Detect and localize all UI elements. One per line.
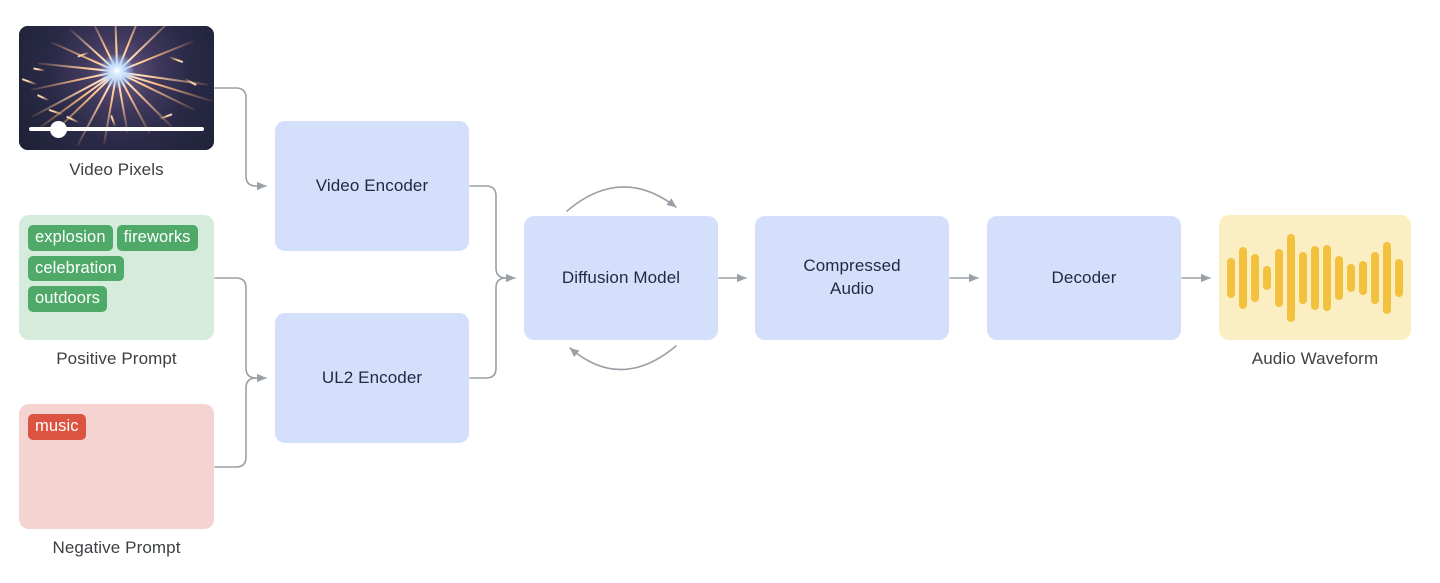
waveform-bar: [1251, 253, 1259, 302]
video-progress-track[interactable]: [29, 120, 204, 138]
waveform-bar: [1299, 251, 1307, 304]
positive-prompt-tags: explosion fireworks celebration outdoors: [28, 225, 205, 312]
decoder-label: Decoder: [1051, 267, 1117, 287]
edge-negative-prompt-to-ul2: [214, 377, 257, 468]
video-pixels-thumbnail: [19, 26, 214, 150]
waveform-bar: [1371, 251, 1379, 304]
edge-ul2-to-diffusion: [469, 277, 507, 379]
positive-prompt-panel: explosion fireworks celebration outdoors: [19, 215, 214, 340]
waveform-bar: [1287, 233, 1295, 322]
positive-prompt-tag[interactable]: celebration: [28, 255, 124, 282]
compressed-audio-label-line1: Compressed: [803, 256, 901, 276]
pipeline-diagram: Video Pixels explosion fireworks celebrati…: [0, 0, 1440, 583]
diffusion-model-label: Diffusion Model: [561, 267, 681, 287]
waveform-bar: [1383, 241, 1391, 314]
video-encoder-label: Video Encoder: [315, 175, 429, 195]
positive-prompt-tag[interactable]: outdoors: [28, 286, 108, 312]
waveform-bar: [1311, 245, 1319, 310]
edge-positive-prompt-to-ul2: [214, 277, 267, 383]
waveform-bar: [1323, 244, 1331, 311]
negative-prompt-caption: Negative Prompt: [52, 538, 181, 557]
waveform-bar: [1347, 263, 1355, 292]
positive-prompt-tag[interactable]: explosion: [28, 225, 113, 251]
waveform-bar: [1275, 248, 1283, 307]
ul2-encoder-node[interactable]: UL2 Encoder: [275, 313, 469, 443]
audio-waveform-panel: [1219, 215, 1411, 340]
waveform-bar: [1335, 255, 1343, 300]
waveform-bar: [1239, 246, 1247, 309]
decoder-node[interactable]: Decoder: [987, 216, 1181, 340]
negative-prompt-tag[interactable]: music: [28, 414, 86, 440]
positive-prompt-tag[interactable]: fireworks: [116, 225, 198, 251]
video-encoder-node[interactable]: Video Encoder: [275, 121, 469, 251]
ul2-encoder-label: UL2 Encoder: [321, 367, 423, 387]
negative-prompt-tags: music: [28, 414, 205, 440]
edge-video-to-video-encoder: [214, 87, 267, 191]
compressed-audio-label-line2: Audio: [830, 279, 874, 298]
video-pixels-caption: Video Pixels: [69, 160, 164, 179]
waveform-bar: [1263, 265, 1271, 290]
audio-waveform-caption: Audio Waveform: [1251, 349, 1379, 368]
negative-prompt-panel: music: [19, 404, 214, 529]
video-progress-knob[interactable]: [50, 120, 68, 138]
compressed-audio-node[interactable]: Compressed Audio: [755, 216, 949, 340]
waveform-bar: [1359, 260, 1367, 295]
waveform-bar: [1395, 258, 1403, 297]
edge-diffusion-loop-top: [566, 186, 677, 212]
firework-burst-core: [99, 53, 134, 88]
positive-prompt-caption: Positive Prompt: [56, 349, 177, 368]
edge-diffusion-loop-bottom: [569, 345, 677, 371]
waveform-bar: [1227, 257, 1235, 298]
diffusion-model-node[interactable]: Diffusion Model: [524, 216, 718, 340]
edge-video-encoder-to-diffusion: [469, 185, 516, 283]
